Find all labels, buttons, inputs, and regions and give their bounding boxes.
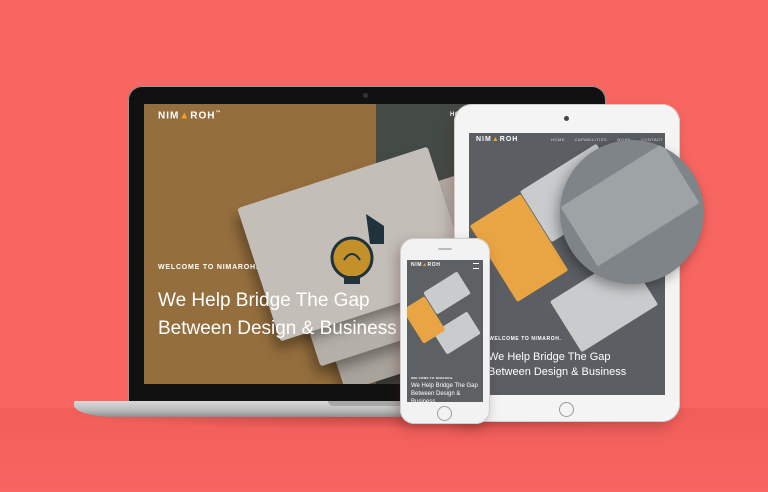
- phone-device: NIM▲ROH WELCOME TO NIMAROH. We Help Brid…: [400, 238, 490, 424]
- phone-speaker: [438, 248, 452, 250]
- tablet-logo[interactable]: NIM▲ROH: [476, 136, 518, 143]
- zoomed-card: [560, 143, 700, 267]
- laptop-notch: [328, 401, 408, 406]
- logo-part-a: NIM: [476, 136, 492, 143]
- welcome-text: WELCOME TO NIMAROH.: [411, 376, 454, 380]
- laptop-camera: [363, 93, 368, 98]
- zoom-lens: [560, 140, 704, 284]
- tablet-camera: [564, 116, 569, 121]
- hero-headline: We Help Bridge The Gap Between Design & …: [488, 350, 665, 380]
- hamburger-menu-icon[interactable]: [473, 263, 479, 269]
- nav-home[interactable]: HOME: [551, 137, 565, 142]
- welcome-text: WELCOME TO NIMAROH.: [158, 264, 259, 271]
- logo-part-b: ROH: [427, 262, 441, 268]
- logo-part-b: ROH: [499, 136, 519, 143]
- phone-screen: NIM▲ROH WELCOME TO NIMAROH. We Help Brid…: [407, 260, 483, 402]
- welcome-text: WELCOME TO NIMAROH.: [489, 336, 562, 342]
- hero-headline: We Help Bridge The Gap Between Design & …: [411, 382, 483, 402]
- logo-triangle: ▲: [179, 110, 191, 122]
- headline-line-2: Between Design & Business: [411, 391, 461, 402]
- tablet-home-button[interactable]: [559, 402, 574, 417]
- laptop-logo[interactable]: NIM▲ROH™: [158, 110, 221, 121]
- headline-line-2: Between Design & Business: [488, 366, 627, 378]
- headline-line-1: We Help Bridge The Gap: [411, 383, 478, 389]
- trademark: ™: [215, 110, 222, 116]
- logo-part-a: NIM: [158, 110, 180, 122]
- logo-part-b: ROH: [190, 110, 216, 122]
- logo-triangle: ▲: [491, 136, 500, 143]
- phone-logo[interactable]: NIM▲ROH: [411, 262, 440, 268]
- headline-line-1: We Help Bridge The Gap: [488, 351, 611, 363]
- nav-capabilities[interactable]: CAPABILITIES: [575, 137, 608, 142]
- logo-part-a: NIM: [411, 262, 422, 268]
- phone-home-button[interactable]: [437, 406, 452, 421]
